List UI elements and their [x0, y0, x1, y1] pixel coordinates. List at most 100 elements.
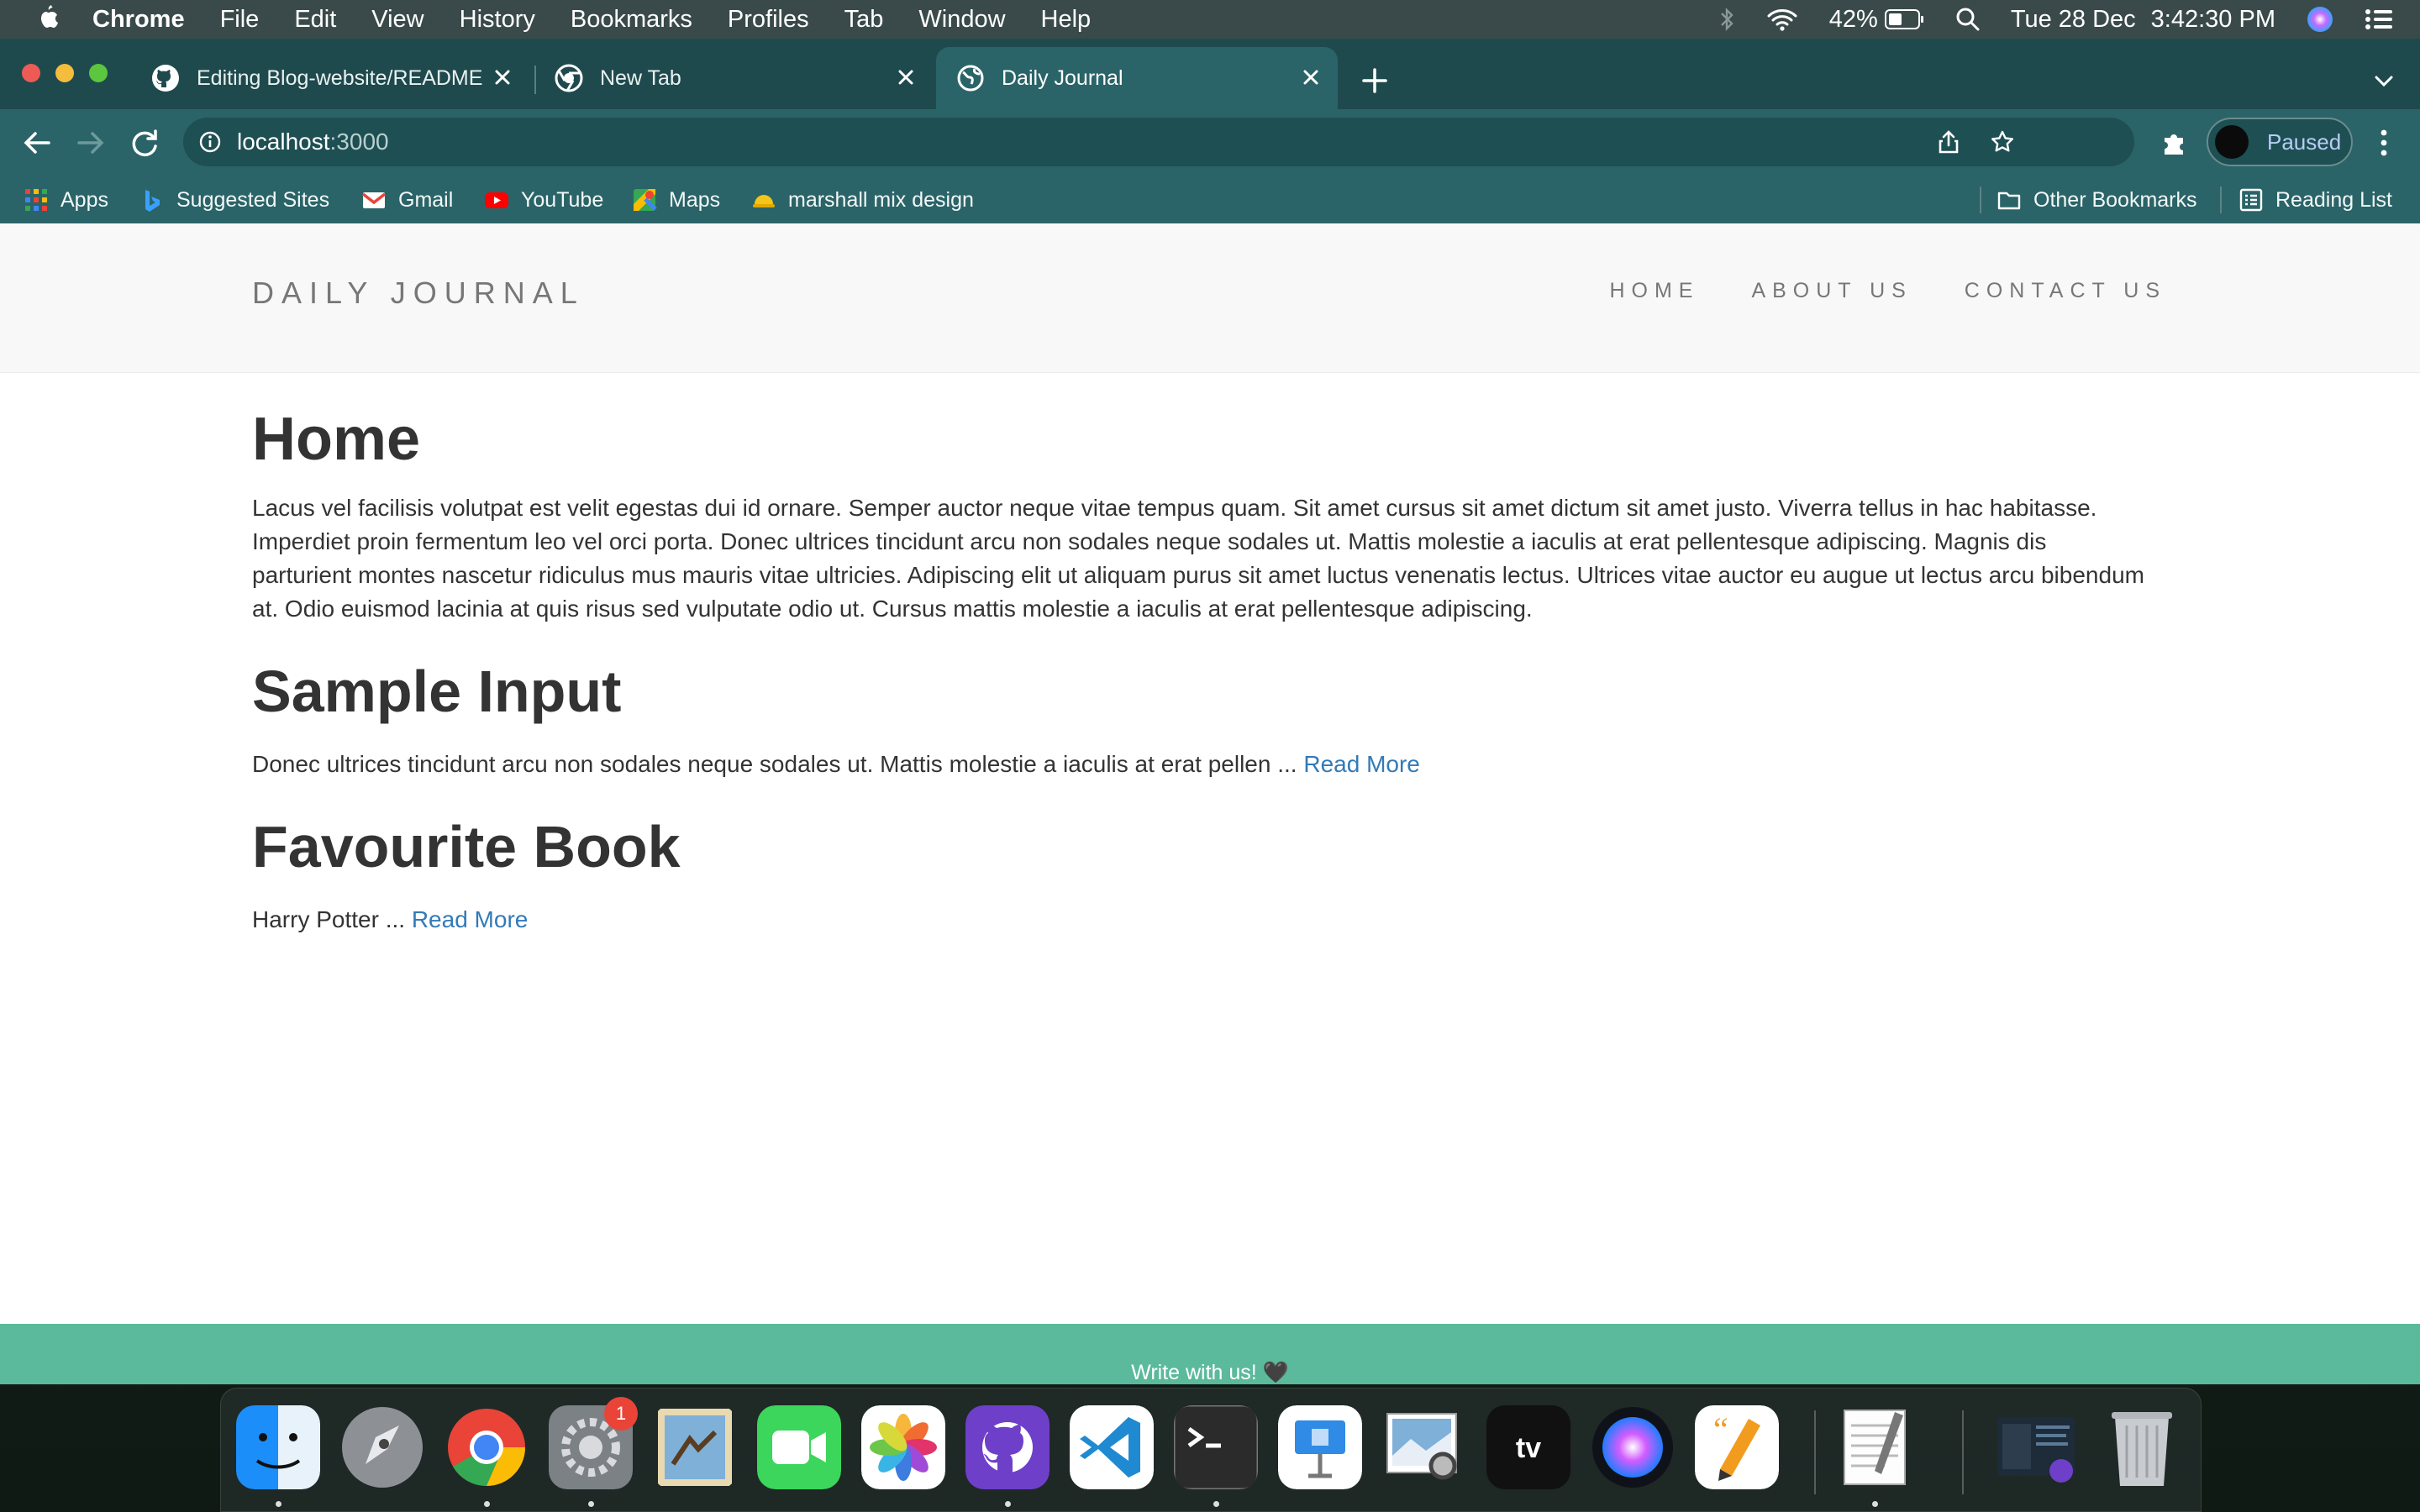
close-tab-icon[interactable] — [1299, 66, 1323, 89]
bookmark-label: Gmail — [398, 187, 454, 212]
apple-tv-icon[interactable]: tv — [1486, 1405, 1570, 1489]
photos-icon[interactable] — [861, 1405, 945, 1489]
reload-icon[interactable] — [128, 126, 161, 160]
close-window-button[interactable] — [22, 64, 40, 82]
svg-text:“: “ — [1713, 1410, 1728, 1448]
bookmark-other-bookmarks[interactable]: Other Bookmarks — [1996, 176, 2197, 223]
clock-date: Tue 28 Dec — [2010, 5, 2136, 33]
github-icon — [152, 65, 179, 92]
bing-icon — [145, 190, 160, 212]
bluetooth-icon[interactable] — [1718, 7, 1735, 32]
extensions-puzzle-icon[interactable] — [2160, 128, 2190, 158]
bookmark-marshall-mix-design[interactable]: marshall mix design — [751, 176, 974, 223]
keynote-icon[interactable] — [1278, 1405, 1362, 1489]
close-tab-icon[interactable] — [491, 66, 514, 89]
read-more-link[interactable]: Read More — [412, 906, 529, 932]
menu-window[interactable]: Window — [918, 6, 1005, 34]
siri-icon[interactable] — [1591, 1405, 1675, 1489]
chevron-down-icon[interactable] — [2371, 69, 2396, 94]
notification-badge: 1 — [604, 1397, 638, 1431]
folder-icon — [1997, 192, 2021, 210]
read-more-link[interactable]: Read More — [1303, 751, 1420, 777]
battery-icon — [1884, 9, 1923, 29]
back-arrow-icon[interactable] — [20, 126, 54, 160]
siri-menu-icon[interactable] — [2306, 5, 2334, 34]
menu-bookmarks[interactable]: Bookmarks — [571, 6, 692, 34]
site-brand[interactable]: DAILY JOURNAL — [252, 276, 585, 311]
vscode-icon[interactable] — [1070, 1405, 1154, 1489]
apple-logo-icon[interactable] — [34, 4, 62, 34]
menu-help[interactable]: Help — [1041, 6, 1092, 34]
menu-tab[interactable]: Tab — [844, 6, 884, 34]
menu-view[interactable]: View — [371, 6, 424, 34]
more-menu-icon[interactable] — [2371, 126, 2396, 160]
minimize-window-button[interactable] — [55, 64, 74, 82]
new-tab-icon[interactable] — [1360, 66, 1390, 96]
menu-profiles[interactable]: Profiles — [728, 6, 809, 34]
bookmark-youtube[interactable]: YouTube — [484, 176, 603, 223]
menu-edit[interactable]: Edit — [294, 6, 336, 34]
running-indicator — [588, 1501, 594, 1507]
spotlight-search-icon[interactable] — [1955, 7, 1981, 32]
clock[interactable]: Tue 28 Dec 3:42:30 PM — [2011, 6, 2275, 34]
dock-divider — [1962, 1410, 1964, 1494]
launchpad-icon[interactable] — [340, 1405, 424, 1489]
facetime-icon[interactable] — [757, 1405, 841, 1489]
nav-link-about-us[interactable]: ABOUT US — [1751, 279, 1912, 303]
youtube-icon — [485, 192, 508, 208]
share-icon[interactable] — [1936, 129, 1961, 155]
bookmark-label: Reading List — [2275, 187, 2392, 212]
reading-list-icon — [2239, 188, 2263, 212]
bookmark-star-icon[interactable] — [1990, 129, 2015, 155]
finder-icon[interactable] — [236, 1405, 320, 1489]
site-navbar: DAILY JOURNAL HOME ABOUT US CONTACT US — [0, 223, 2420, 373]
intro-paragraph: Lacus vel facilisis volutpat est velit e… — [252, 495, 2144, 622]
terminal-icon[interactable] — [1174, 1405, 1258, 1489]
page-content: Home Lacus vel facilisis volutpat est ve… — [252, 373, 2146, 937]
svg-text:tv: tv — [1516, 1432, 1541, 1464]
zoom-window-button[interactable] — [89, 64, 108, 82]
profile-button[interactable]: Paused — [2207, 118, 2353, 166]
pages-icon[interactable]: “ — [1695, 1405, 1779, 1489]
post-excerpt: Harry Potter ... Read More — [252, 903, 2146, 937]
close-tab-icon[interactable] — [894, 66, 918, 89]
running-indicator — [484, 1501, 490, 1507]
running-indicator — [276, 1501, 281, 1507]
battery-status[interactable]: 42% — [1829, 6, 1925, 34]
forward-arrow-icon[interactable] — [74, 126, 108, 160]
control-center-icon[interactable] — [2365, 7, 2395, 32]
tab-strip: Editing Blog-website/README New Tab Dail… — [0, 39, 2420, 109]
bookmark-label: Maps — [669, 187, 721, 212]
url-text[interactable]: localhost:3000 — [237, 129, 389, 155]
tab-editing-readme[interactable]: Editing Blog-website/README — [131, 47, 529, 109]
nav-link-contact-us[interactable]: CONTACT US — [1965, 279, 2166, 303]
bookmark-gmail[interactable]: Gmail — [361, 176, 453, 223]
site-info-icon[interactable] — [198, 130, 222, 154]
trash-icon[interactable] — [2100, 1405, 2184, 1489]
address-bar[interactable]: localhost:3000 — [183, 118, 2134, 166]
menu-file[interactable]: File — [220, 6, 260, 34]
menu-app-name[interactable]: Chrome — [92, 6, 185, 34]
bookmark-label: Suggested Sites — [176, 187, 330, 212]
footer-text: Write with us! 🖤 — [1131, 1360, 1289, 1384]
tab-title: Editing Blog-website/README — [197, 66, 482, 90]
textedit-icon[interactable] — [1833, 1405, 1917, 1489]
tab-new-tab[interactable]: New Tab — [534, 47, 933, 109]
window-preview-icon[interactable] — [1994, 1405, 2078, 1489]
reading-list-button[interactable]: Reading List — [2238, 176, 2392, 223]
wifi-icon[interactable] — [1765, 7, 1799, 32]
nav-link-home[interactable]: HOME — [1609, 279, 1699, 303]
github-desktop-icon[interactable] — [965, 1405, 1050, 1489]
chrome-icon[interactable] — [445, 1405, 529, 1489]
bookmark-apps[interactable]: Apps — [24, 176, 108, 223]
bookmarks-separator — [1980, 186, 1981, 213]
preview-icon[interactable] — [1382, 1405, 1466, 1489]
macos-dock: 1 tv “ — [220, 1388, 2202, 1512]
mail-stamp-icon[interactable] — [653, 1405, 737, 1489]
menu-history[interactable]: History — [460, 6, 535, 34]
tab-daily-journal[interactable]: Daily Journal — [936, 47, 1338, 109]
bookmark-maps[interactable]: Maps — [632, 176, 720, 223]
site-nav: HOME ABOUT US CONTACT US — [1557, 279, 2166, 303]
post-excerpt-text: Donec ultrices tincidunt arcu non sodale… — [252, 751, 1297, 778]
bookmark-suggested-sites[interactable]: Suggested Sites — [139, 176, 329, 223]
